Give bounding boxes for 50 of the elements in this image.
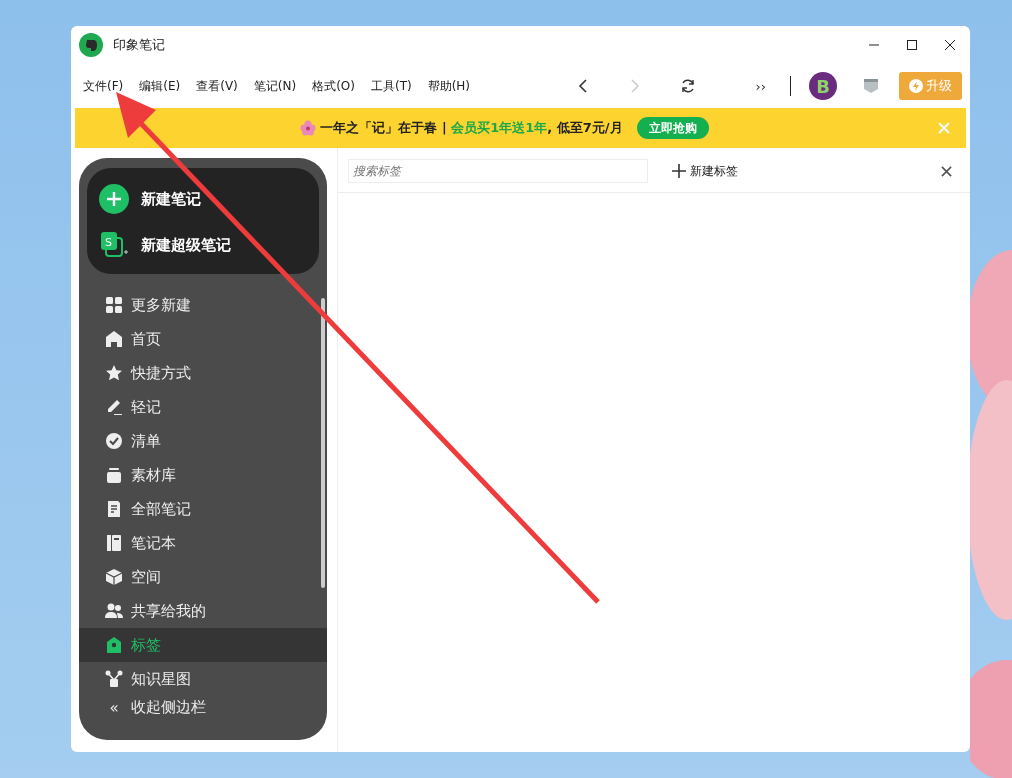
sidebar-item[interactable]: 素材库	[79, 458, 327, 492]
more-button[interactable]: ››	[755, 78, 766, 94]
people-icon	[105, 602, 123, 620]
menu-item[interactable]: 帮助(H)	[427, 77, 471, 95]
menu-item[interactable]: 文件(F)	[83, 77, 124, 95]
pen-icon	[105, 398, 123, 416]
close-icon[interactable]	[941, 165, 952, 177]
sidebar-item[interactable]: 更多新建	[79, 288, 327, 322]
check-icon	[105, 432, 123, 450]
blossom-icon	[300, 120, 317, 136]
sidebar-item[interactable]: 共享给我的	[79, 594, 327, 628]
promo-text: 一年之「记」在于春 | 会员买1年送1年, 低至7元/月	[320, 119, 623, 137]
home-icon	[105, 330, 123, 348]
plus-circle-icon	[99, 184, 129, 214]
collapse-sidebar-button[interactable]: « 收起侧边栏	[79, 698, 327, 717]
close-icon[interactable]	[944, 39, 956, 51]
elephant-logo-icon	[79, 33, 103, 57]
menu-item[interactable]: 笔记(N)	[253, 77, 297, 95]
sidebar-item[interactable]: 笔记本	[79, 526, 327, 560]
doc-icon	[105, 500, 123, 518]
menu-item[interactable]: 工具(T)	[370, 77, 412, 95]
search-field[interactable]: 搜索标签	[348, 159, 648, 183]
avatar[interactable]: B	[809, 72, 837, 100]
pocket-icon[interactable]	[863, 78, 879, 94]
create-item[interactable]: S 新建超级笔记	[99, 222, 307, 268]
create-item[interactable]: 新建笔记	[99, 176, 307, 222]
box-icon	[105, 466, 123, 484]
graph-icon	[105, 670, 123, 688]
maximize-icon[interactable]	[906, 39, 918, 51]
sidebar-item[interactable]: 知识星图	[79, 662, 327, 696]
sidebar-item[interactable]: 首页	[79, 322, 327, 356]
sidebar-item[interactable]: 空间	[79, 560, 327, 594]
sidebar-item[interactable]: 全部笔记	[79, 492, 327, 526]
cube-icon	[105, 568, 123, 586]
menu-item[interactable]: 编辑(E)	[139, 77, 181, 95]
menu-item[interactable]: 查看(V)	[196, 77, 238, 95]
refresh-icon[interactable]	[679, 78, 696, 94]
sidebar-item[interactable]: 轻记	[79, 390, 327, 424]
star-icon	[105, 364, 123, 382]
lightning-icon	[909, 79, 923, 93]
sidebar-item[interactable]: 标签	[79, 628, 327, 662]
sidebar-item[interactable]: 清单	[79, 424, 327, 458]
window-title: 印象笔记	[113, 36, 165, 54]
menu-item[interactable]: 格式(O)	[312, 77, 355, 95]
plus-icon	[672, 164, 686, 178]
new-tag-button[interactable]: 新建标签	[666, 161, 744, 181]
grid-icon	[105, 296, 123, 314]
sidebar-item[interactable]: 快捷方式	[79, 356, 327, 390]
book-icon	[105, 534, 123, 552]
tag-icon	[105, 636, 123, 654]
